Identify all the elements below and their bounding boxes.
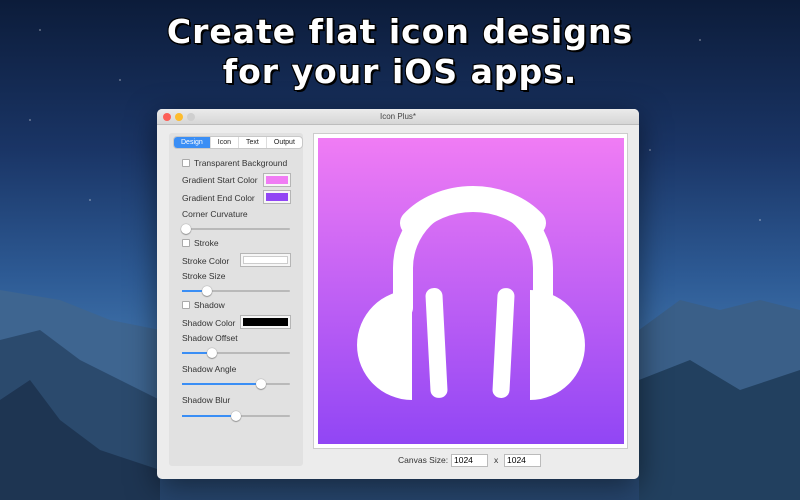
- zoom-button[interactable]: [187, 113, 195, 121]
- canvas-size-separator: x: [494, 455, 499, 465]
- tab-design[interactable]: Design: [174, 137, 210, 148]
- gradient-start-color-well[interactable]: [263, 173, 291, 187]
- shadow-angle-label: Shadow Angle: [182, 364, 237, 374]
- close-button[interactable]: [163, 113, 171, 121]
- window-title: Icon Plus*: [379, 112, 417, 121]
- shadow-offset-label: Shadow Offset: [182, 333, 238, 343]
- canvas-width-input[interactable]: 1024: [451, 454, 488, 467]
- tab-text[interactable]: Text: [238, 137, 266, 148]
- stroke-size-label: Stroke Size: [182, 271, 226, 281]
- stroke-color-well[interactable]: [240, 253, 291, 267]
- canvas-frame: [313, 133, 628, 449]
- stroke-checkbox[interactable]: [182, 239, 190, 247]
- icon-canvas[interactable]: [318, 138, 624, 444]
- settings-panel: Design Icon Text Output Transparent Back…: [169, 133, 303, 466]
- headphones-icon: [357, 186, 585, 400]
- tab-icon[interactable]: Icon: [209, 137, 238, 148]
- shadow-blur-label: Shadow Blur: [182, 395, 231, 405]
- shadow-angle-slider[interactable]: [182, 379, 290, 389]
- gradient-start-label: Gradient Start Color: [182, 175, 258, 185]
- stroke-size-slider[interactable]: [182, 286, 290, 296]
- gradient-end-label: Gradient End Color: [182, 193, 255, 203]
- headline-line-1: Create flat icon designs: [166, 12, 634, 51]
- shadow-color-label: Shadow Color: [182, 318, 236, 328]
- corner-curvature-label: Corner Curvature: [182, 209, 248, 219]
- tab-output[interactable]: Output: [265, 137, 302, 148]
- stroke-color-label: Stroke Color: [182, 256, 230, 266]
- shadow-checkbox[interactable]: [182, 301, 190, 309]
- stroke-label: Stroke: [194, 238, 219, 248]
- shadow-offset-slider[interactable]: [182, 348, 290, 358]
- app-window: Icon Plus* Design Icon Text Output Trans…: [157, 109, 639, 479]
- shadow-color-well[interactable]: [240, 315, 291, 329]
- transparent-background-checkbox[interactable]: [182, 159, 190, 167]
- shadow-blur-slider[interactable]: [182, 411, 290, 421]
- title-bar: Icon Plus*: [157, 109, 639, 125]
- corner-curvature-slider[interactable]: [181, 224, 290, 234]
- minimize-button[interactable]: [175, 113, 183, 121]
- transparent-background-label: Transparent Background: [194, 158, 288, 168]
- canvas-height-input[interactable]: 1024: [504, 454, 541, 467]
- canvas-size-label: Canvas Size:: [398, 455, 449, 465]
- shadow-label: Shadow: [194, 300, 225, 310]
- headline-line-2: for your iOS apps.: [222, 52, 578, 91]
- gradient-end-color-well[interactable]: [263, 190, 291, 204]
- tab-bar: Design Icon Text Output: [173, 136, 303, 149]
